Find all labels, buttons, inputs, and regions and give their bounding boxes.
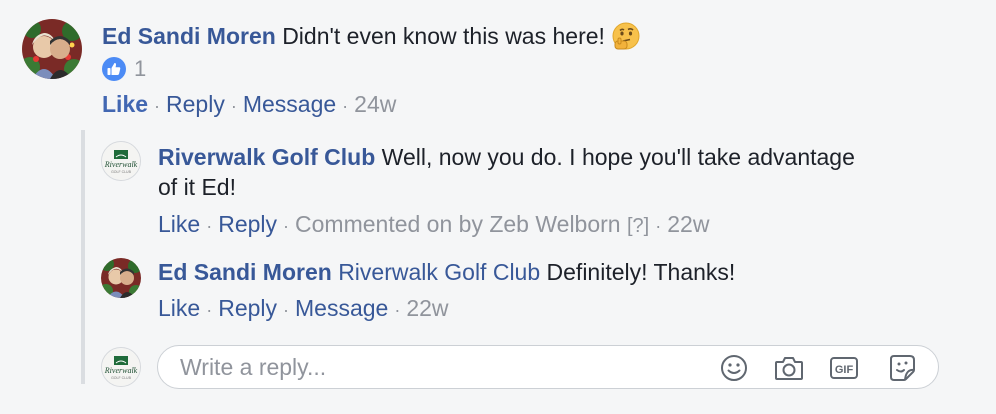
reply-1-timestamp[interactable]: 22w — [667, 211, 709, 237]
reply-2-line: Ed Sandi Moren Riverwalk Golf Club Defin… — [158, 257, 735, 287]
reply-2-actions: Like · Reply · Message · 22w — [158, 295, 449, 321]
comment-author[interactable]: Ed Sandi Moren — [102, 23, 276, 49]
reply-1-reply-link[interactable]: Reply — [218, 211, 277, 237]
gif-icon[interactable]: GIF — [829, 354, 859, 382]
comment-text: Didn't even know this was here! — [282, 23, 605, 49]
reply-2-author[interactable]: Ed Sandi Moren — [158, 259, 332, 285]
reply-1-actions: Like · Reply · Commented on by Zeb Welborn [… — [158, 211, 710, 237]
sticker-icon[interactable] — [887, 354, 917, 382]
reply-link[interactable]: Reply — [166, 91, 225, 117]
thinking-face-emoji — [612, 22, 640, 57]
reaction-summary[interactable]: 1 — [102, 56, 146, 82]
emoji-icon[interactable] — [719, 354, 749, 382]
like-reaction-icon — [102, 57, 126, 81]
thread-line — [81, 130, 85, 384]
avatar-ed-sandi-moren[interactable] — [22, 19, 82, 79]
reply-1-line-2: of it Ed! — [158, 172, 236, 202]
svg-text:GOLF CLUB: GOLF CLUB — [111, 170, 132, 174]
comment-line: Ed Sandi Moren Didn't even know this was… — [102, 21, 640, 57]
reply-2-reply-link[interactable]: Reply — [218, 295, 277, 321]
like-link[interactable]: Like — [102, 91, 148, 117]
avatar-riverwalk-golf-club[interactable]: Riverwalk GOLF CLUB — [101, 141, 141, 181]
reply-2-timestamp[interactable]: 22w — [406, 295, 448, 321]
message-link[interactable]: Message — [243, 91, 336, 117]
reply-2-message-link[interactable]: Message — [295, 295, 388, 321]
timestamp[interactable]: 24w — [354, 91, 396, 117]
reply-2-text: Definitely! Thanks! — [546, 259, 736, 285]
reply-2-like-link[interactable]: Like — [158, 295, 200, 321]
svg-text:Riverwalk: Riverwalk — [104, 366, 138, 375]
reply-1-line-1: Riverwalk Golf Club Well, now you do. I … — [158, 142, 855, 172]
comment-actions: Like · Reply · Message · 24w — [102, 91, 397, 117]
reply-2-mention[interactable]: Riverwalk Golf Club — [338, 259, 540, 285]
commented-by-text: Commented on by Zeb Welborn — [295, 211, 621, 237]
reply-1-like-link[interactable]: Like — [158, 211, 200, 237]
reply-composer: GIF — [157, 345, 939, 389]
camera-icon[interactable] — [774, 354, 804, 382]
reply-input[interactable] — [180, 352, 700, 382]
svg-text:GOLF CLUB: GOLF CLUB — [111, 376, 132, 380]
svg-text:Riverwalk: Riverwalk — [104, 160, 138, 169]
avatar-ed-sandi-moren-small[interactable] — [101, 258, 141, 298]
reply-1-text-cont: of it Ed! — [158, 174, 236, 200]
svg-text:GIF: GIF — [835, 364, 854, 376]
avatar-riverwalk-composer: Riverwalk GOLF CLUB — [101, 347, 141, 387]
reaction-count: 1 — [134, 56, 147, 81]
reply-1-text: Well, now you do. I hope you'll take adv… — [381, 144, 855, 170]
reply-1-author[interactable]: Riverwalk Golf Club — [158, 144, 375, 170]
help-link[interactable]: [?] — [627, 215, 649, 237]
